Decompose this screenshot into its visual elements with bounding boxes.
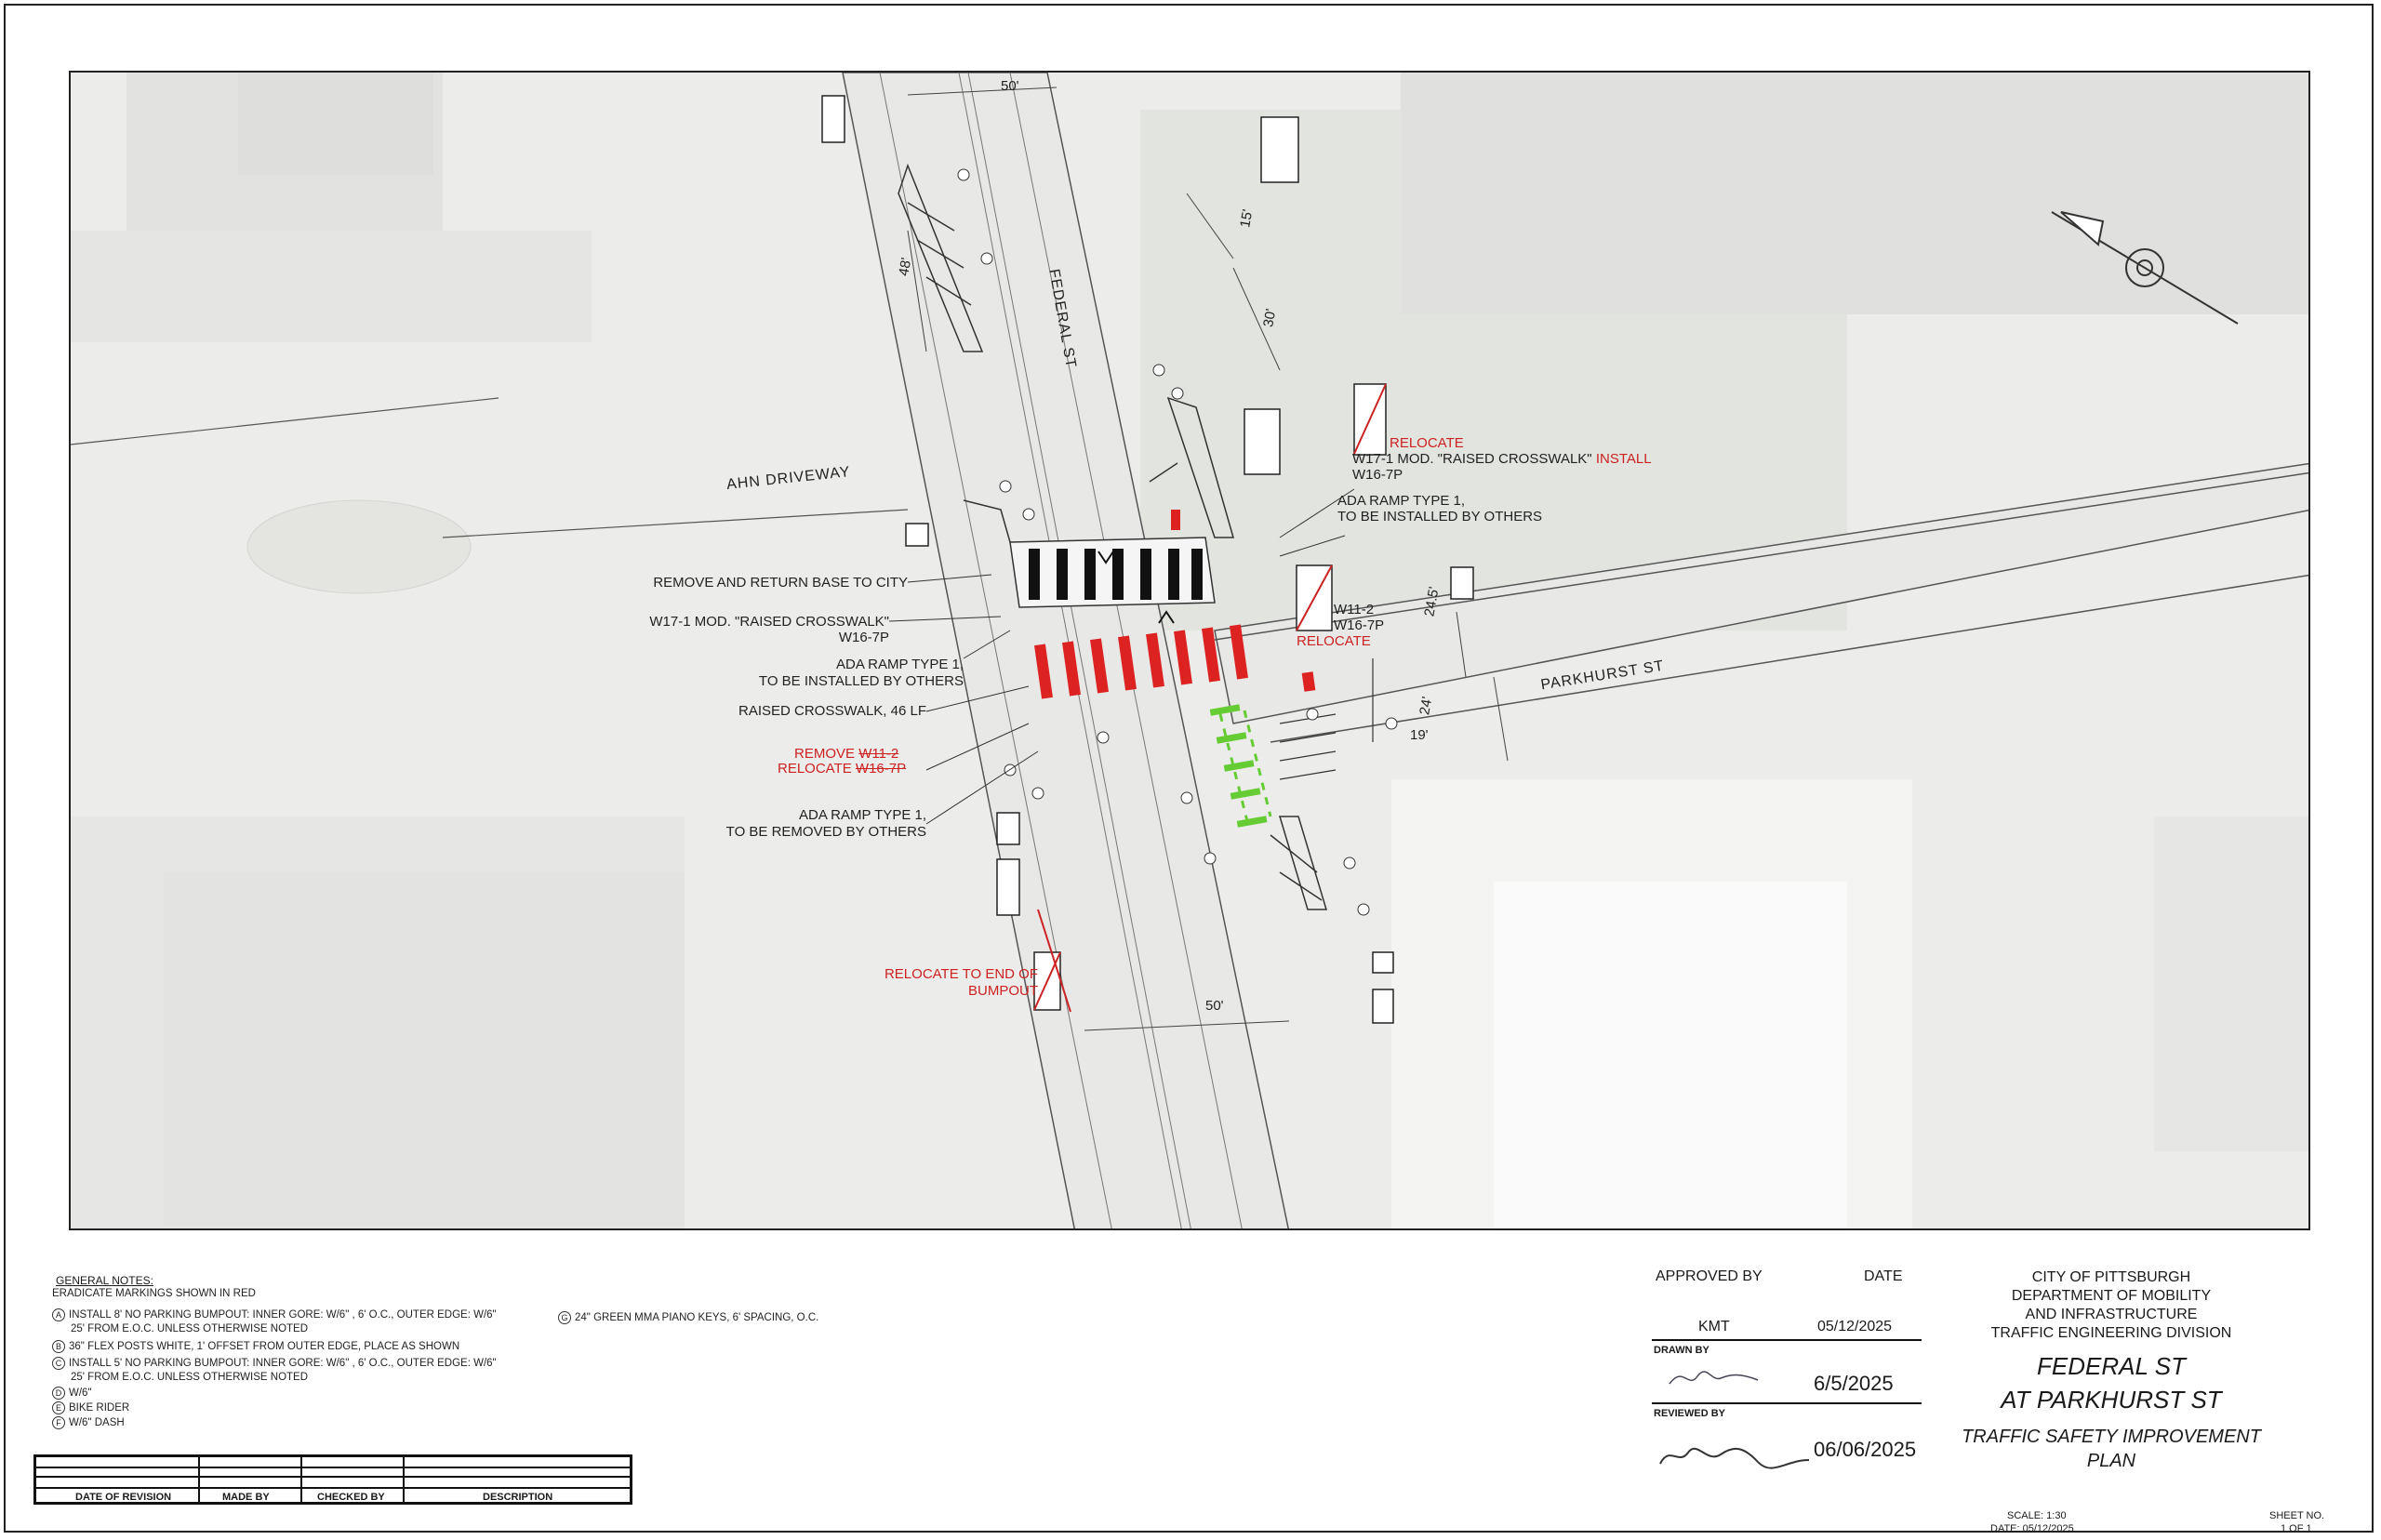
callout-right-w16: W16-7P bbox=[1352, 467, 1403, 483]
callout-ada-remove-2: TO BE REMOVED BY OTHERS bbox=[725, 824, 926, 840]
date-value: DATE: 05/12/2025 bbox=[1990, 1523, 2074, 1534]
approved-date-value: 05/12/2025 bbox=[1817, 1319, 1893, 1334]
callout-ada-install-2: TO BE INSTALLED BY OTHERS bbox=[758, 673, 964, 689]
notes-title: GENERAL NOTES: bbox=[56, 1274, 153, 1287]
title-parkhurst: AT PARKHURST ST bbox=[2001, 1386, 2222, 1414]
city-line-3: AND INFRASTRUCTURE bbox=[2025, 1307, 2198, 1322]
sheet-value: 1 OF 1 bbox=[2281, 1523, 2312, 1534]
dim-24: 24' bbox=[1417, 695, 1436, 717]
callout-relocate-w16: RELOCATE W16-7P bbox=[778, 761, 907, 777]
callout-w17-mod: W17-1 MOD. "RAISED CROSSWALK" bbox=[649, 614, 889, 630]
note-a: A INSTALL 8' NO PARKING BUMPOUT: INNER GO… bbox=[52, 1308, 497, 1321]
callout-right-w17: W17-1 MOD. "RAISED CROSSWALK" INSTALL bbox=[1352, 451, 1652, 467]
callout-right-w16-b: W16-7P bbox=[1334, 617, 1385, 633]
dim-bottom-width: 50' bbox=[1205, 998, 1224, 1014]
note-b: B 36" FLEX POSTS WHITE, 1' OFFSET FROM OU… bbox=[52, 1340, 459, 1353]
callout-w16-7p: W16-7P bbox=[838, 630, 889, 645]
note-f: F W/6" DASH bbox=[52, 1416, 125, 1429]
note-c2: 25' FROM E.O.C. UNLESS OTHERWISE NOTED bbox=[71, 1372, 309, 1383]
dim-48: 48' bbox=[896, 256, 915, 278]
scale-value: SCALE: 1:30 bbox=[2007, 1510, 2067, 1521]
drawn-divider bbox=[1652, 1339, 1922, 1341]
drawn-by-label: DRAWN BY bbox=[1654, 1345, 1709, 1356]
title-federal: FEDERAL ST bbox=[2037, 1352, 2186, 1380]
callout-relocate-end-2: BUMPOUT bbox=[968, 983, 1038, 999]
plan-view: 50' 50' 15' 30' 48' 24.5' 24' 19' FEDERA… bbox=[69, 71, 2310, 1230]
callout-ada-remove-1: ADA RAMP TYPE 1, bbox=[799, 807, 926, 823]
callout-relocate-end-1: RELOCATE TO END OF bbox=[884, 966, 1038, 982]
callout-right-relocate: RELOCATE bbox=[1390, 435, 1464, 451]
approved-by-label: APPROVED BY bbox=[1656, 1268, 1762, 1284]
reviewed-signature bbox=[1659, 1447, 1810, 1469]
reviewed-by-label: REVIEWED BY bbox=[1654, 1408, 1726, 1419]
city-line-2: DEPARTMENT OF MOBILITY bbox=[2011, 1288, 2212, 1304]
note-d: D W/6" bbox=[52, 1387, 92, 1400]
revision-table: DATE OF REVISION MADE BY CHECKED BY DESC… bbox=[33, 1454, 632, 1505]
callout-right-relocate-b: RELOCATE bbox=[1297, 633, 1371, 649]
subtitle-2: PLAN bbox=[2086, 1451, 2136, 1471]
callout-right-ada-1: ADA RAMP TYPE 1, bbox=[1337, 493, 1465, 509]
rev-col-made-by: MADE BY bbox=[222, 1492, 270, 1503]
note-e: E BIKE RIDER bbox=[52, 1401, 129, 1414]
rev-col-date: DATE OF REVISION bbox=[75, 1492, 172, 1503]
city-line-1: CITY OF PITTSBURGH bbox=[2031, 1269, 2191, 1285]
note-a2: 25' FROM E.O.C. UNLESS OTHERWISE NOTED bbox=[71, 1323, 309, 1334]
reviewed-date-value: 06/06/2025 bbox=[1814, 1438, 1917, 1461]
city-line-4: TRAFFIC ENGINEERING DIVISION bbox=[1990, 1325, 2232, 1341]
callout-remove-return: REMOVE AND RETURN BASE TO CITY bbox=[653, 575, 908, 591]
reviewed-divider bbox=[1652, 1402, 1922, 1404]
drawn-signature bbox=[1669, 1371, 1759, 1385]
callout-ada-install-1: ADA RAMP TYPE 1, bbox=[836, 657, 964, 672]
sheet-label: SHEET NO. bbox=[2269, 1510, 2325, 1521]
dim-top-width: 50' bbox=[1001, 78, 1019, 94]
callout-raised-crosswalk: RAISED CROSSWALK, 46 LF bbox=[738, 703, 926, 719]
rev-col-checked-by: CHECKED BY bbox=[317, 1492, 385, 1503]
date-label: DATE bbox=[1864, 1268, 1903, 1284]
rev-col-description: DESCRIPTION bbox=[483, 1492, 553, 1503]
dim-15: 15' bbox=[1237, 207, 1257, 230]
callout-right-w11: W11-2 bbox=[1334, 602, 1375, 617]
drawn-date-value: 6/5/2025 bbox=[1814, 1372, 1894, 1395]
note-0: ERADICATE MARKINGS SHOWN IN RED bbox=[52, 1288, 256, 1299]
subtitle-1: TRAFFIC SAFETY IMPROVEMENT bbox=[1962, 1427, 2261, 1447]
callout-right-ada-2: TO BE INSTALLED BY OTHERS bbox=[1337, 509, 1543, 524]
plan-drawing bbox=[71, 73, 2308, 1228]
note-g: G 24" GREEN MMA PIANO KEYS, 6' SPACING, O… bbox=[558, 1311, 818, 1324]
dim-19: 19' bbox=[1410, 727, 1429, 743]
dim-30: 30' bbox=[1260, 307, 1280, 329]
note-c: C INSTALL 5' NO PARKING BUMPOUT: INNER GO… bbox=[52, 1357, 497, 1370]
approved-by-value: KMT bbox=[1698, 1319, 1730, 1334]
